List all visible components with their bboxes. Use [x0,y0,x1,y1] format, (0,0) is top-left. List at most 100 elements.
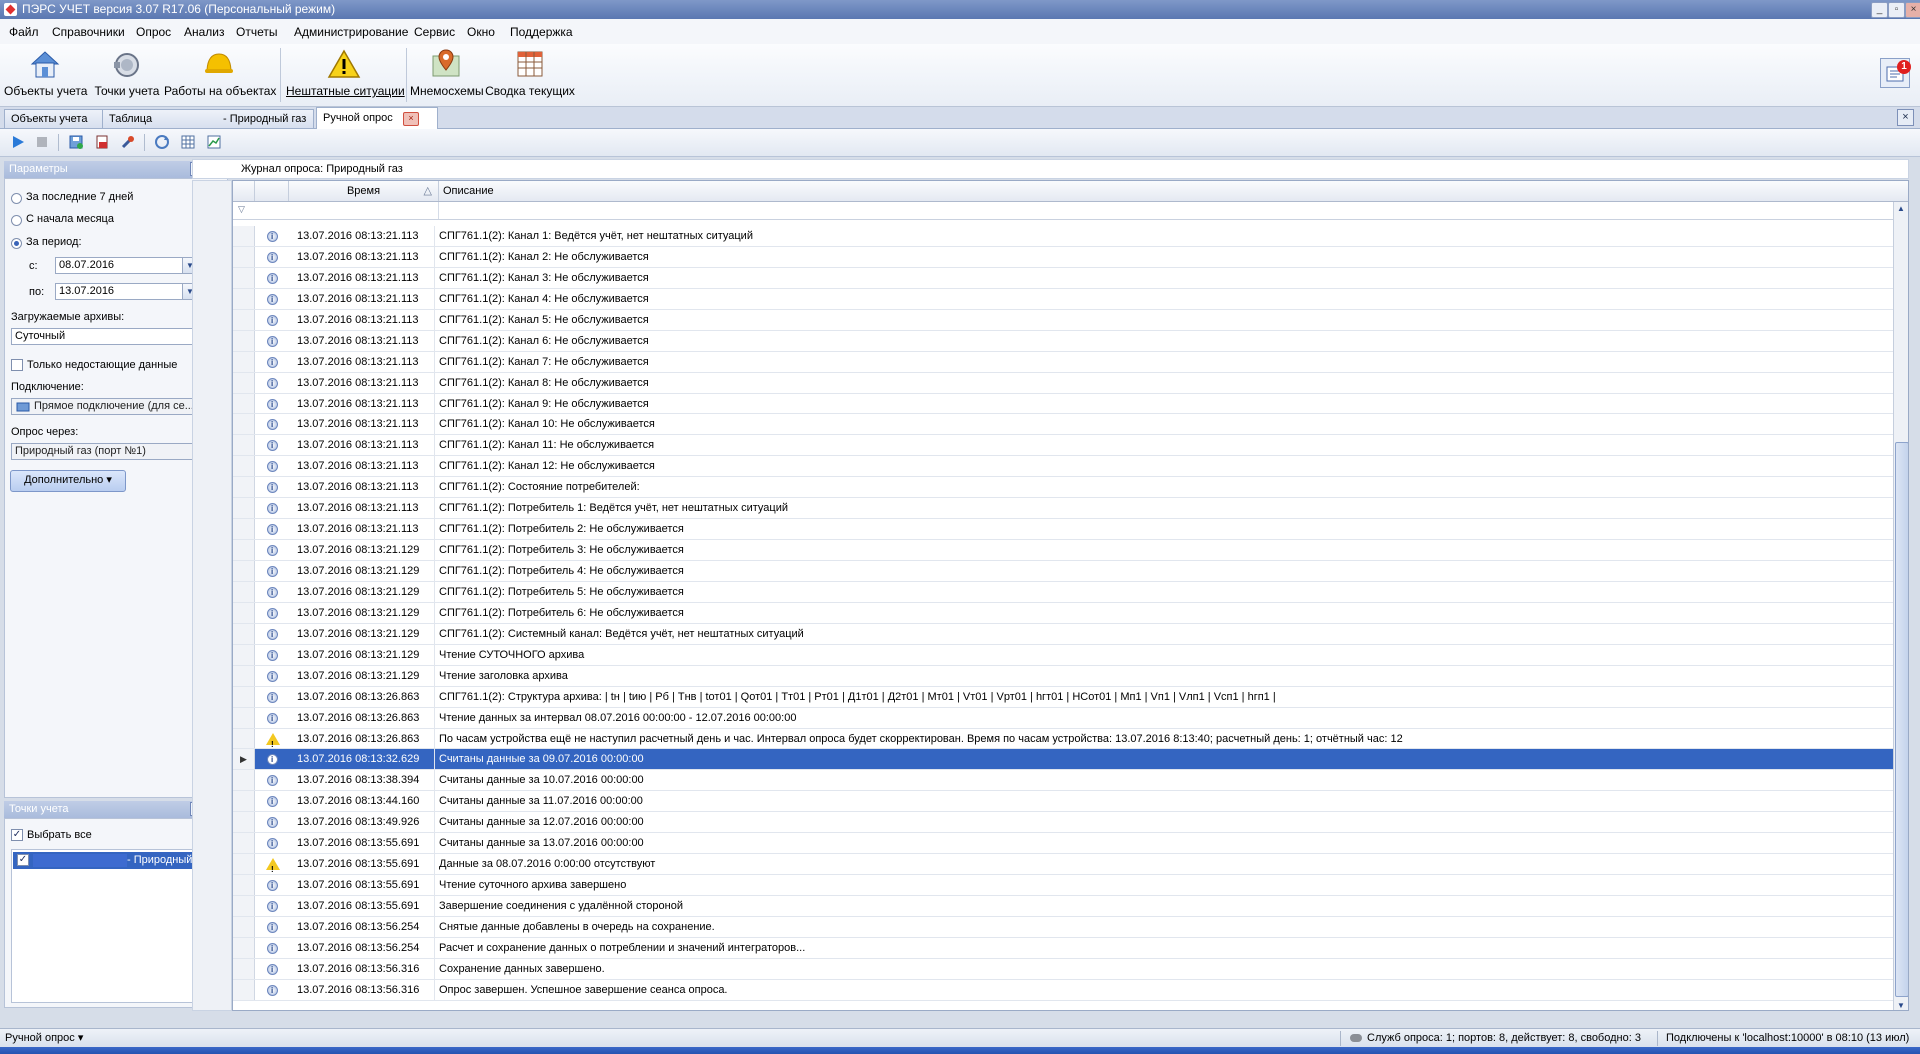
table-row[interactable]: 13.07.2016 08:13:56.254 Расчет и сохранен… [233,937,1893,959]
table-row[interactable]: 13.07.2016 08:13:21.113 СПГ761.1(2): Кана… [233,372,1893,394]
period-radio[interactable] [11,238,22,249]
table-row[interactable]: 13.07.2016 08:13:21.129 СПГ761.1(2): Потр… [233,581,1893,603]
table-row[interactable]: 13.07.2016 08:13:21.113 СПГ761.1(2): Кана… [233,351,1893,373]
archives-select[interactable]: Суточный ▼ [11,328,221,345]
menu-window[interactable]: Окно [467,25,495,39]
maximize-button[interactable]: ▫ [1888,2,1905,18]
chevron-down-icon: ▾ [106,474,112,486]
works-button[interactable]: Работы на объектах [164,48,276,98]
menu-file[interactable]: Файл [9,25,39,39]
table-row[interactable]: 13.07.2016 08:13:21.113 СПГ761.1(2): Кана… [233,393,1893,415]
table-row[interactable]: 13.07.2016 08:13:21.113 СПГ761.1(2): Кана… [233,267,1893,289]
filter-row[interactable]: ▽ [233,202,1908,220]
info-icon [267,269,278,289]
table-row[interactable]: 13.07.2016 08:13:21.113 СПГ761.1(2): Сост… [233,477,1893,498]
status-mode[interactable]: Ручной опрос ▾ [5,1029,83,1047]
table-row[interactable]: 13.07.2016 08:13:21.113 СПГ761.1(2): Кана… [233,246,1893,268]
tab-table[interactable]: Таблица - Природный газ [102,109,314,128]
table-row[interactable]: 13.07.2016 08:13:55.691 Чтение суточного … [233,875,1893,896]
refresh-icon[interactable] [154,134,170,150]
table-row[interactable]: 13.07.2016 08:13:26.863 Чтение данных за … [233,707,1893,729]
table-row[interactable]: 13.07.2016 08:13:55.691 Считаны данные за… [233,833,1893,854]
header-time[interactable]: Время △ [289,181,439,201]
missing-only-checkbox[interactable] [11,359,23,371]
menu-poll[interactable]: Опрос [136,25,171,39]
table-row[interactable]: 13.07.2016 08:13:21.113 СПГ761.1(2): Кана… [233,226,1893,247]
save-archive-icon[interactable] [68,134,84,150]
from-date-field[interactable]: 08.07.2016 ▼ [55,257,197,274]
table-row[interactable]: ▶ 13.07.2016 08:13:32.629 Считаны данные з… [233,749,1893,770]
tab-objects[interactable]: Объекты учета [4,109,106,128]
minimize-button[interactable]: _ [1871,2,1888,18]
header-description[interactable]: Описание [439,181,1893,201]
table-row[interactable]: 13.07.2016 08:13:21.113 СПГ761.1(2): Кана… [233,330,1893,352]
table-row[interactable]: 13.07.2016 08:13:26.863 СПГ761.1(2): Стру… [233,686,1893,708]
menu-service[interactable]: Сервис [414,25,455,39]
emergency-button[interactable]: Нештатные ситуации [286,48,405,98]
tab-manual-poll[interactable]: Ручной опрос × [316,107,438,129]
play-icon[interactable] [10,134,26,150]
calendar-table-icon[interactable] [180,134,196,150]
row-icon-cell [255,791,289,812]
table-row[interactable]: 13.07.2016 08:13:56.316 Опрос завершен. У… [233,979,1893,1001]
tab-close-icon[interactable]: × [403,112,419,126]
tools-icon[interactable] [120,134,136,150]
summary-button[interactable]: Сводка текущих [484,48,576,98]
menu-analysis[interactable]: Анализ [184,25,225,39]
row-time: 13.07.2016 08:13:21.113 [289,519,435,540]
menu-reports[interactable]: Отчеты [236,25,277,39]
scroll-down-icon[interactable]: ▼ [1897,1001,1905,1010]
table-row[interactable]: 13.07.2016 08:13:55.691 Завершение соедин… [233,896,1893,917]
close-window-button[interactable]: × [1905,2,1920,18]
table-row[interactable]: 13.07.2016 08:13:21.129 СПГ761.1(2): Сист… [233,623,1893,645]
month-start-radio[interactable] [11,215,22,226]
scrollbar-thumb[interactable] [1895,442,1908,997]
to-date-field[interactable]: 13.07.2016 ▼ [55,283,197,300]
filter-time-cell[interactable] [289,202,439,219]
export-icon[interactable] [94,134,110,150]
table-row[interactable]: 13.07.2016 08:13:21.129 СПГ761.1(2): Потр… [233,561,1893,582]
table-row[interactable]: 13.07.2016 08:13:56.254 Снятые данные доб… [233,916,1893,938]
table-row[interactable]: 13.07.2016 08:13:56.316 Сохранение данных… [233,958,1893,980]
select-all-checkbox[interactable]: ✓ [11,829,23,841]
table-row[interactable]: 13.07.2016 08:13:44.160 Считаны данные за… [233,791,1893,812]
table-row[interactable]: 13.07.2016 08:13:38.394 Считаны данные за… [233,770,1893,791]
table-row[interactable]: 13.07.2016 08:13:21.129 СПГ761.1(2): Потр… [233,602,1893,624]
point-list-item[interactable]: ✓ - Природный газ [13,852,219,869]
table-row[interactable]: 13.07.2016 08:13:21.113 СПГ761.1(2): Кана… [233,309,1893,331]
menu-directories[interactable]: Справочники [52,25,125,39]
row-description: Считаны данные за 10.07.2016 00:00:00 [439,774,644,787]
last7-radio[interactable] [11,193,22,204]
warning-icon [266,858,280,880]
close-document-button[interactable]: × [1897,109,1914,126]
table-row[interactable]: 13.07.2016 08:13:21.113 СПГ761.1(2): Кана… [233,288,1893,310]
row-indicator [233,288,255,309]
table-row[interactable]: 13.07.2016 08:13:21.113 СПГ761.1(2): Потр… [233,519,1893,540]
menu-support[interactable]: Поддержка [510,25,573,39]
menu-administration[interactable]: Администрирование [294,25,408,39]
more-options-button[interactable]: Дополнительно ▾ [10,470,126,492]
point-checkbox[interactable]: ✓ [17,854,29,866]
table-row[interactable]: 13.07.2016 08:13:55.691 Данные за 08.07.2… [233,854,1893,880]
table-row[interactable]: 13.07.2016 08:13:21.129 СПГ761.1(2): Потр… [233,540,1893,561]
table-row[interactable]: 13.07.2016 08:13:26.863 По часам устройст… [233,728,1893,755]
table-row[interactable]: 13.07.2016 08:13:21.113 СПГ761.1(2): Кана… [233,414,1893,435]
table-row[interactable]: 13.07.2016 08:13:49.926 Считаны данные за… [233,812,1893,833]
stop-icon[interactable] [34,134,50,150]
points-button[interactable]: Точки учета [92,48,162,98]
table-row[interactable]: 13.07.2016 08:13:21.113 СПГ761.1(2): Кана… [233,435,1893,456]
header-icon [255,181,289,201]
chart-icon[interactable] [206,134,222,150]
connection-label: Подключение: [11,381,84,393]
vertical-scrollbar[interactable]: ▲ ▼ [1893,202,1908,1010]
objects-button[interactable]: Объекты учета [4,48,87,98]
table-row[interactable]: 13.07.2016 08:13:21.129 Чтение заголовка … [233,665,1893,687]
table-row[interactable]: 13.07.2016 08:13:21.113 СПГ761.1(2): Кана… [233,456,1893,477]
table-row[interactable]: 13.07.2016 08:13:21.113 СПГ761.1(2): Потр… [233,498,1893,519]
connection-select[interactable]: Прямое подключение (для се... ▼ [11,398,221,415]
via-select[interactable]: Природный газ (порт №1) ▼ [11,443,221,460]
mnemo-button[interactable]: Мнемосхемы [410,48,484,98]
table-row[interactable]: 13.07.2016 08:13:21.129 Чтение СУТОЧНОГО … [233,644,1893,666]
scroll-up-icon[interactable]: ▲ [1897,204,1905,213]
row-description: СПГ761.1(2): Канал 4: Не обслуживается [439,292,649,305]
